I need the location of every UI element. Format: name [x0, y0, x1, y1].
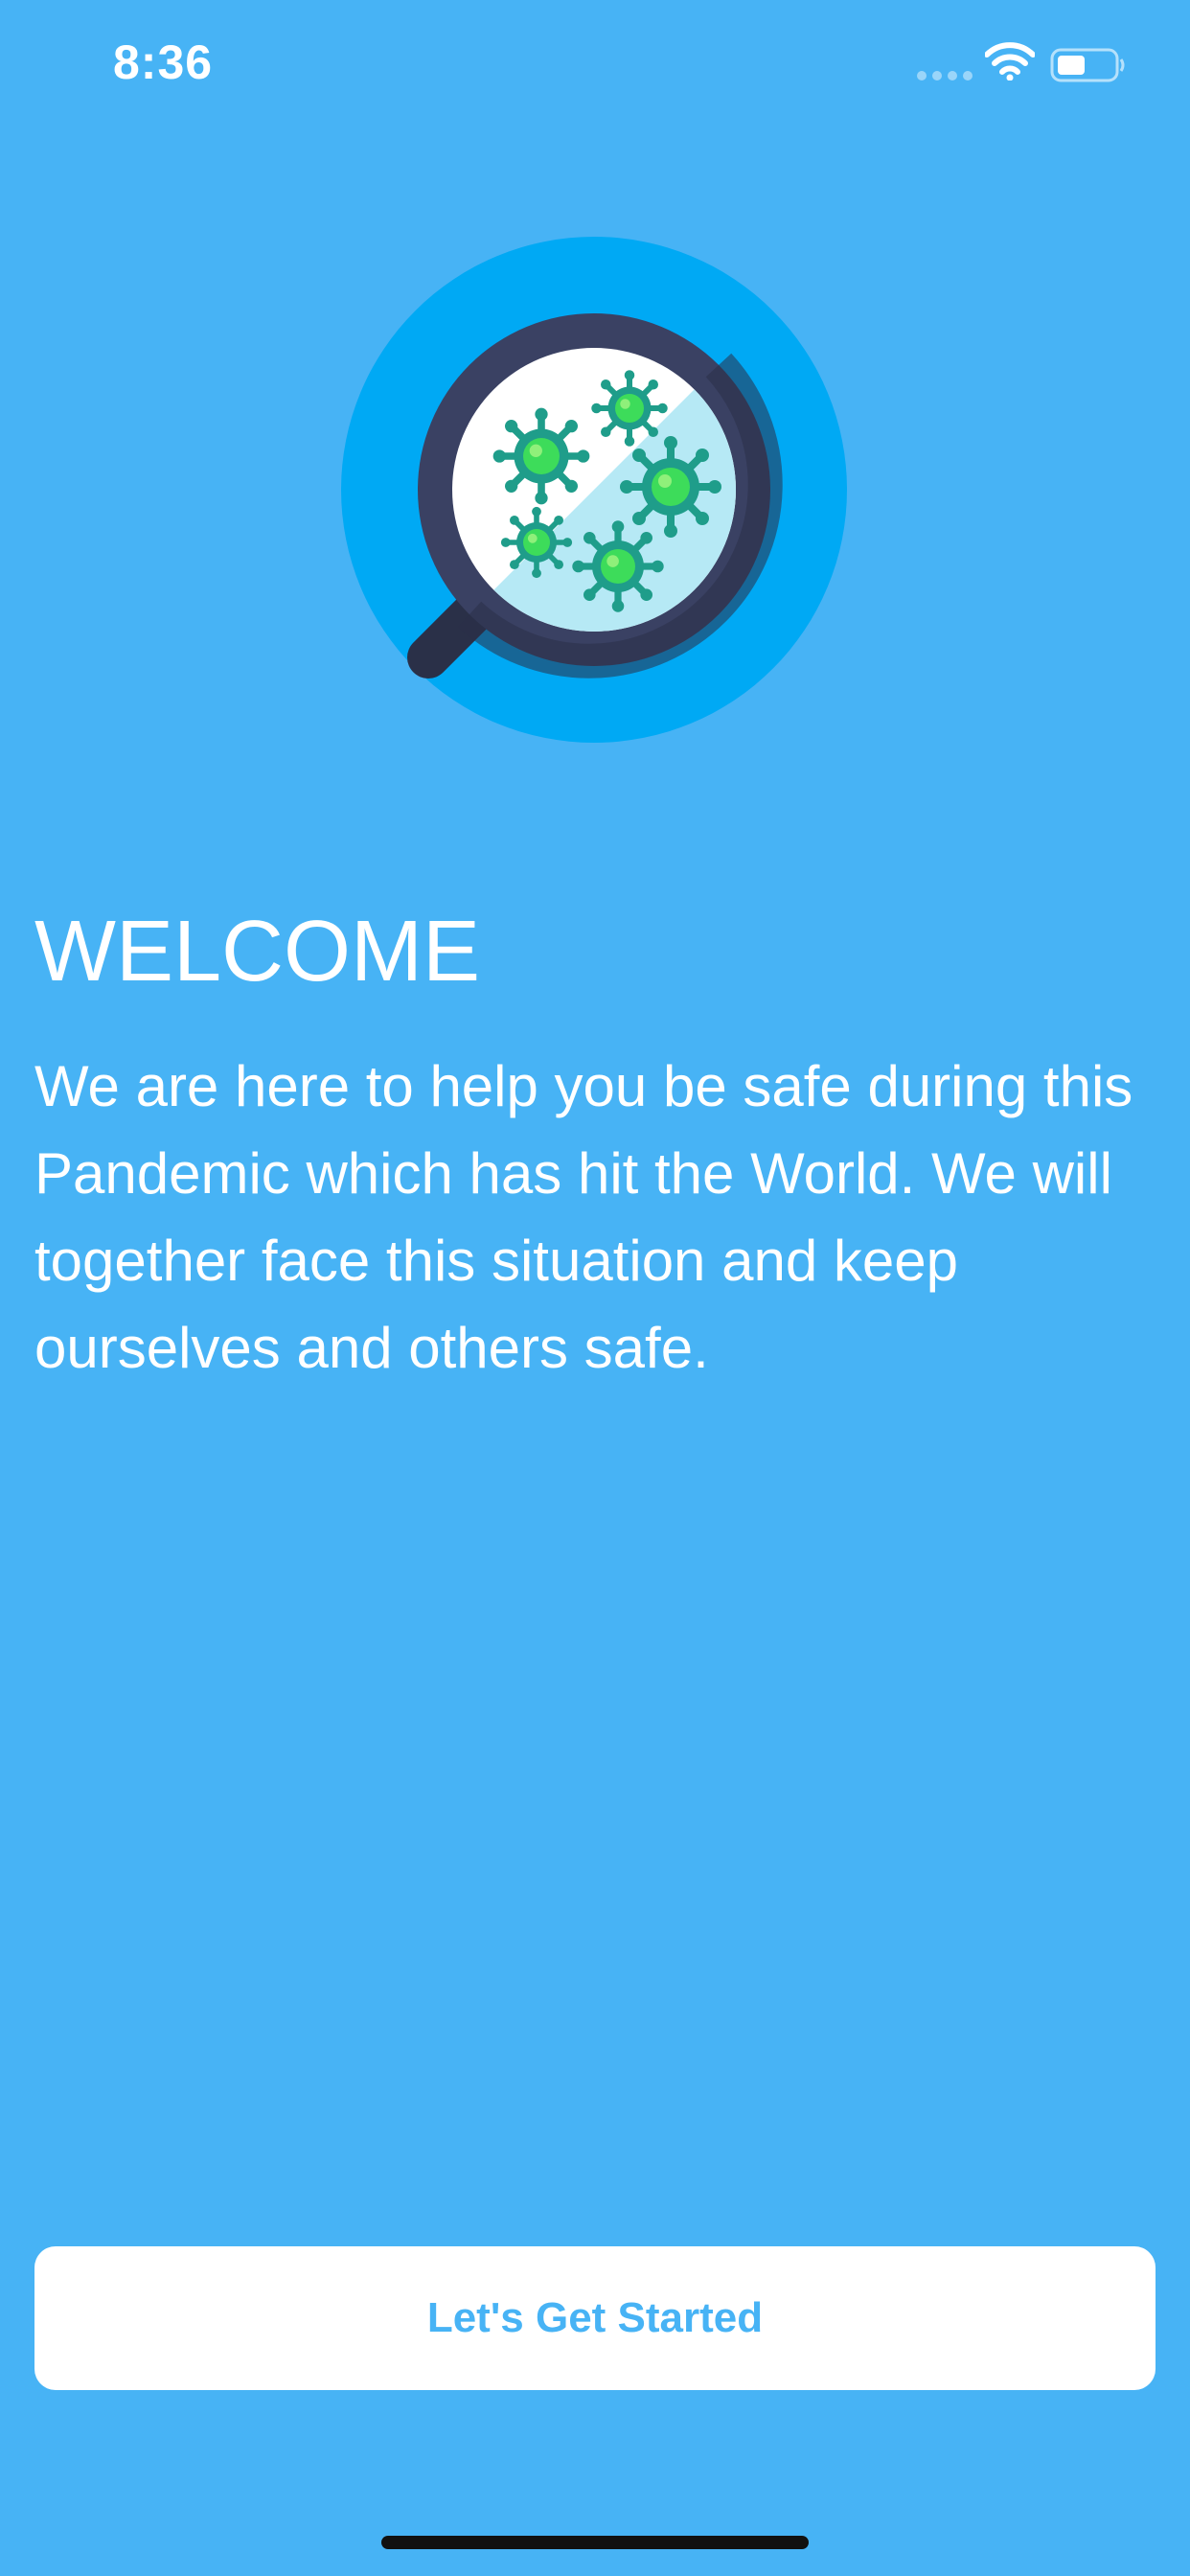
welcome-description: We are here to help you be safe during t…: [34, 1054, 1133, 1380]
welcome-title: WELCOME: [34, 904, 481, 1000]
battery-icon: [1050, 48, 1125, 82]
status-time: 8:36: [113, 35, 214, 89]
status-bar: 8:36: [0, 0, 1190, 125]
cellular-signal-icon: [917, 71, 973, 80]
virus-magnifier-logo: [341, 237, 847, 743]
welcome-screen: 8:36 WELCOME We are here to help you be …: [0, 0, 1190, 2576]
get-started-button[interactable]: Let's Get Started: [34, 2246, 1156, 2390]
wifi-icon: [985, 42, 1035, 80]
home-indicator[interactable]: [381, 2536, 809, 2549]
